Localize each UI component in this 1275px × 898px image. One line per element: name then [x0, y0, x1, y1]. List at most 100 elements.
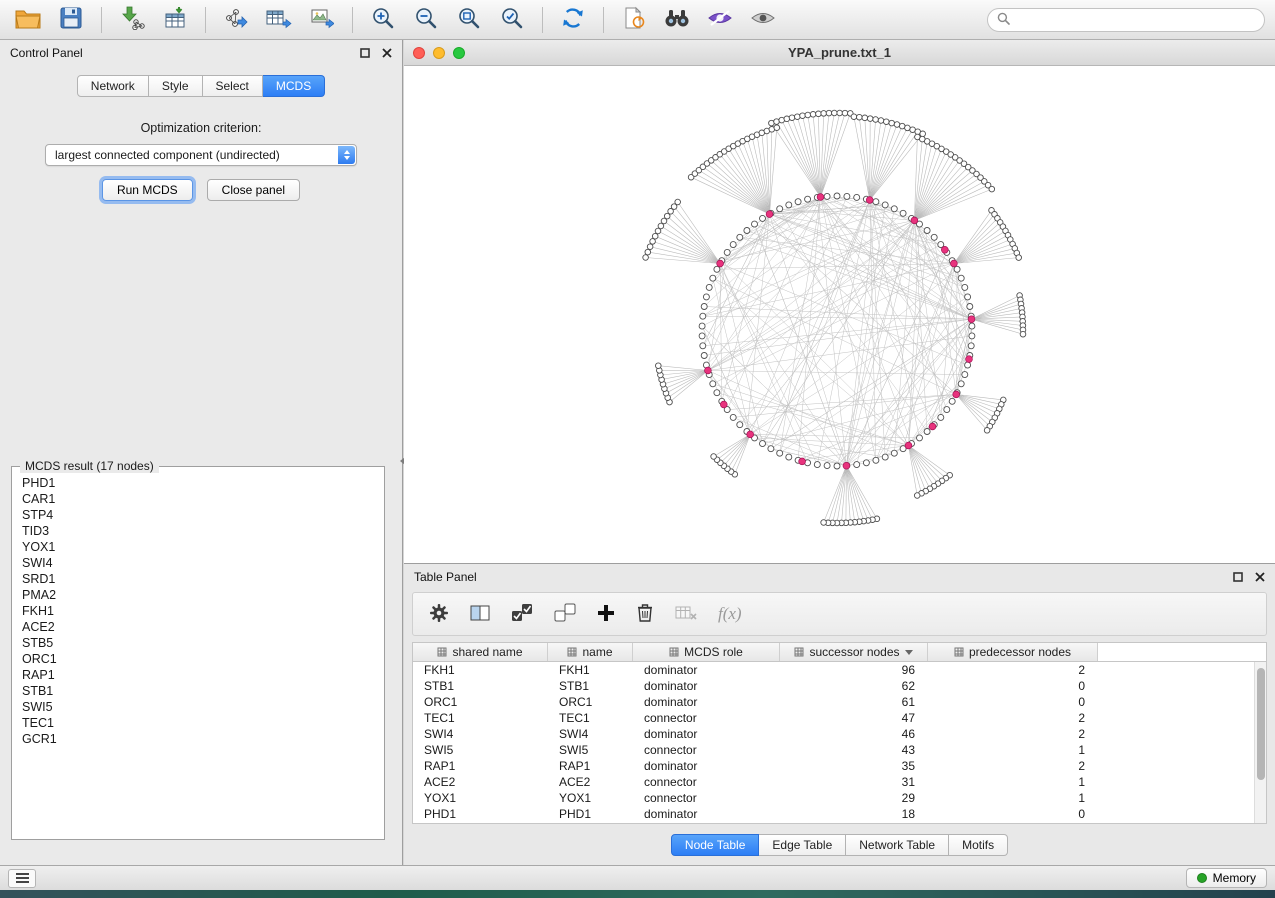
mcds-result-item[interactable]: FKH1 — [22, 603, 382, 619]
zoom-in-icon — [371, 6, 395, 33]
mcds-result-item[interactable]: TEC1 — [22, 715, 382, 731]
mcds-result-item[interactable]: STP4 — [22, 507, 382, 523]
network-title: YPA_prune.txt_1 — [404, 45, 1275, 60]
column-header-name[interactable]: name — [548, 643, 633, 661]
import-network-button[interactable] — [114, 4, 150, 36]
mcds-result-item[interactable]: SRD1 — [22, 571, 382, 587]
column-header-MCDS-role[interactable]: MCDS role — [633, 643, 780, 661]
save-session-button[interactable] — [53, 4, 89, 36]
table-row[interactable]: YOX1YOX1connector291 — [413, 790, 1254, 806]
column-header-predecessor-nodes[interactable]: predecessor nodes — [928, 643, 1098, 661]
mcds-result-item[interactable]: ACE2 — [22, 619, 382, 635]
add-column-button[interactable] — [597, 599, 615, 629]
table-scrollbar[interactable] — [1254, 662, 1266, 823]
mcds-result-item[interactable]: STB1 — [22, 683, 382, 699]
open-file-button[interactable] — [10, 4, 46, 36]
table-row[interactable]: SWI4SWI4dominator462 — [413, 726, 1254, 742]
deselect-all-button[interactable] — [554, 599, 576, 629]
close-panel-icon[interactable] — [382, 48, 392, 58]
table-row[interactable]: SWI5SWI5connector431 — [413, 742, 1254, 758]
float-panel-icon[interactable] — [1233, 572, 1243, 582]
scrollbar-thumb[interactable] — [1257, 668, 1265, 780]
mcds-result-item[interactable]: RAP1 — [22, 667, 382, 683]
show-panels-button[interactable] — [8, 869, 36, 888]
cell-successor-nodes: 43 — [780, 742, 928, 758]
memory-status-icon — [1197, 873, 1207, 883]
import-table-icon — [163, 6, 187, 33]
search-input[interactable] — [1016, 13, 1255, 27]
column-header-shared-name[interactable]: shared name — [413, 643, 548, 661]
delete-column-button[interactable] — [636, 599, 654, 629]
column-grid-icon — [567, 647, 577, 657]
mcds-result-item[interactable]: PHD1 — [22, 475, 382, 491]
network-canvas[interactable] — [404, 66, 1275, 563]
column-header-successor-nodes[interactable]: successor nodes — [780, 643, 928, 661]
mcds-result-item[interactable]: GCR1 — [22, 731, 382, 747]
cell-successor-nodes: 62 — [780, 678, 928, 694]
mcds-result-item[interactable]: SWI5 — [22, 699, 382, 715]
mcds-result-item[interactable]: STB5 — [22, 635, 382, 651]
zoom-in-button[interactable] — [365, 4, 401, 36]
run-mcds-button[interactable]: Run MCDS — [102, 179, 193, 201]
criterion-value: largest connected component (undirected) — [55, 148, 280, 162]
cell-name: STB1 — [548, 678, 633, 694]
find-neighbors-button[interactable] — [659, 4, 695, 36]
criterion-dropdown[interactable]: largest connected component (undirected) — [45, 144, 357, 166]
table-row[interactable]: RAP1RAP1dominator352 — [413, 758, 1254, 774]
window-minimize-icon[interactable] — [433, 47, 445, 59]
mcds-result-item[interactable]: YOX1 — [22, 539, 382, 555]
export-network-button[interactable] — [218, 4, 254, 36]
window-maximize-icon[interactable] — [453, 47, 465, 59]
window-close-icon[interactable] — [413, 47, 425, 59]
tab-network-table[interactable]: Network Table — [846, 834, 949, 856]
cell-name: FKH1 — [548, 662, 633, 678]
cell-name: RAP1 — [548, 758, 633, 774]
cell-shared-name: ORC1 — [413, 694, 548, 710]
table-row[interactable]: TEC1TEC1connector472 — [413, 710, 1254, 726]
import-table-button[interactable] — [157, 4, 193, 36]
select-all-button[interactable] — [511, 599, 533, 629]
network-titlebar[interactable]: YPA_prune.txt_1 — [404, 40, 1275, 66]
export-image-button[interactable] — [304, 4, 340, 36]
tab-edge-table[interactable]: Edge Table — [759, 834, 846, 856]
tab-select[interactable]: Select — [203, 75, 263, 97]
mcds-result-item[interactable]: SWI4 — [22, 555, 382, 571]
zoom-fit-button[interactable] — [451, 4, 487, 36]
tab-style[interactable]: Style — [149, 75, 203, 97]
table-delete-icon — [675, 604, 697, 625]
export-table-button[interactable] — [261, 4, 297, 36]
memory-button[interactable]: Memory — [1186, 868, 1267, 888]
table-settings-button[interactable] — [429, 599, 449, 629]
close-panel-icon[interactable] — [1255, 572, 1265, 582]
zoom-out-button[interactable] — [408, 4, 444, 36]
tab-node-table[interactable]: Node Table — [671, 834, 760, 856]
mcds-result-item[interactable]: CAR1 — [22, 491, 382, 507]
close-panel-button[interactable]: Close panel — [207, 179, 300, 201]
table-row[interactable]: ACE2ACE2connector311 — [413, 774, 1254, 790]
table-row[interactable]: STB1STB1dominator620 — [413, 678, 1254, 694]
tab-motifs[interactable]: Motifs — [949, 834, 1008, 856]
panel-splitter[interactable] — [397, 448, 404, 474]
mcds-result-item[interactable]: PMA2 — [22, 587, 382, 603]
tab-mcds[interactable]: MCDS — [263, 75, 325, 97]
table-row[interactable]: ORC1ORC1dominator610 — [413, 694, 1254, 710]
toolbar-separator — [101, 7, 102, 33]
clone-network-button[interactable] — [616, 4, 652, 36]
network-graph[interactable] — [404, 66, 1275, 563]
show-all-button[interactable] — [745, 4, 781, 36]
cell-predecessor-nodes: 1 — [928, 774, 1098, 790]
refresh-icon — [560, 6, 586, 33]
zoom-selected-button[interactable] — [494, 4, 530, 36]
table-row[interactable]: PHD1PHD1dominator180 — [413, 806, 1254, 822]
tab-network[interactable]: Network — [77, 75, 149, 97]
hide-selected-button[interactable] — [702, 4, 738, 36]
float-panel-icon[interactable] — [360, 48, 370, 58]
mcds-result-item[interactable]: ORC1 — [22, 651, 382, 667]
table-row[interactable]: FKH1FKH1dominator962 — [413, 662, 1254, 678]
search-box[interactable] — [987, 8, 1265, 32]
refresh-layout-button[interactable] — [555, 4, 591, 36]
show-columns-button[interactable] — [470, 599, 490, 629]
plus-icon — [597, 604, 615, 625]
mcds-result-item[interactable]: TID3 — [22, 523, 382, 539]
network-window: YPA_prune.txt_1 — [404, 40, 1275, 563]
